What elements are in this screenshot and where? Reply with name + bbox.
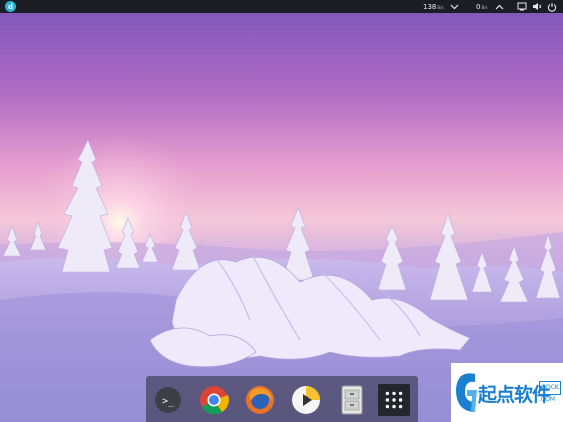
net-download-value: 138 (423, 2, 437, 11)
watermark-suffix: .COM (539, 396, 555, 403)
top-panel: d 138 B/s 0 B/s (0, 0, 563, 13)
watermark-box-text: QDCK (539, 381, 561, 395)
net-download-unit: B/s (437, 5, 444, 10)
net-download-speed: 138 B/s (423, 1, 444, 12)
display-icon[interactable] (516, 1, 527, 12)
dock-item-chrome[interactable] (198, 384, 230, 416)
dock-item-file-archive[interactable] (336, 384, 368, 416)
wallpaper (0, 0, 563, 422)
net-upload-speed: 0 B/s (476, 1, 488, 12)
dock-item-app-launcher[interactable] (378, 384, 410, 416)
terminal-prompt: >_ (162, 396, 175, 407)
watermark-g-icon (456, 373, 477, 412)
power-icon[interactable] (546, 1, 557, 12)
dock-item-firefox[interactable] (244, 384, 276, 416)
chrome-icon (200, 386, 229, 415)
app-grid-icon (378, 384, 410, 416)
terminal-icon: >_ (155, 387, 181, 413)
dock-item-terminal[interactable]: >_ (152, 384, 184, 416)
dock: >_ (146, 376, 418, 422)
deepin-logo-icon[interactable]: d (5, 1, 16, 12)
watermark-logo: 起点软件 QDCK .COM (451, 363, 563, 422)
firefox-icon (246, 386, 274, 414)
media-player-icon (292, 386, 320, 414)
volume-icon[interactable] (531, 1, 542, 12)
net-upload-value: 0 (476, 2, 481, 11)
net-upload-unit: B/s (481, 5, 488, 10)
dock-item-media-player[interactable] (290, 384, 322, 416)
chevron-up-icon[interactable] (494, 1, 505, 12)
desktop[interactable]: d 138 B/s 0 B/s >_ 起点软件 QDCK .COM (0, 0, 563, 422)
chevron-down-icon[interactable] (449, 1, 460, 12)
file-cabinet-icon (341, 385, 363, 415)
